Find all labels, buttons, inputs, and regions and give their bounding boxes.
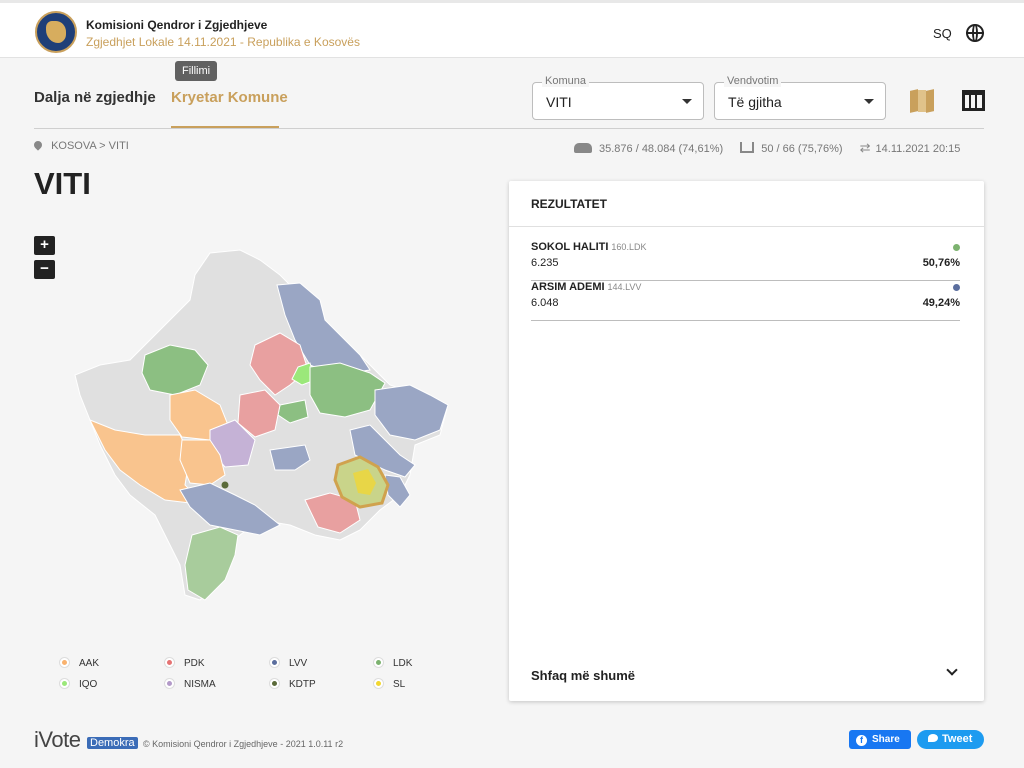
map-view-icon[interactable]: [910, 89, 934, 113]
results-title: REZULTATET: [531, 197, 607, 211]
komuna-select[interactable]: Komuna VITI: [532, 75, 704, 120]
legend-dot: [165, 658, 174, 667]
legend-dot: [60, 658, 69, 667]
candidate-percent: 50,76%: [922, 257, 960, 269]
zoom-in-button[interactable]: +: [34, 236, 55, 255]
map-region-ldk[interactable]: [184, 526, 239, 601]
last-updated: 14.11.2021 20:15: [875, 143, 961, 155]
candidate-name: SOKOL HALITI 160.LDK: [531, 241, 647, 253]
twitter-bird-icon: [928, 734, 938, 742]
show-more-button[interactable]: Shfaq më shumë: [531, 668, 635, 683]
tooltip: Fillimi: [175, 61, 218, 81]
legend-dot: [270, 679, 279, 688]
legend-dot: [165, 679, 174, 688]
party-color-dot: [953, 284, 960, 291]
page-title: VITI: [34, 166, 91, 201]
election-subtitle: Zgjedhjet Lokale 14.11.2021 - Republika …: [86, 35, 360, 49]
share-label: Share: [872, 734, 900, 745]
tab-turnout[interactable]: Dalja në zgjedhje: [34, 89, 156, 106]
zoom-out-button[interactable]: −: [34, 260, 55, 279]
candidate-percent: 49,24%: [922, 297, 960, 309]
komuna-select-value: VITI: [546, 94, 572, 110]
table-view-icon[interactable]: [962, 90, 985, 111]
legend-label: IQO: [79, 679, 98, 690]
globe-icon[interactable]: [966, 24, 984, 42]
legend-dot: [60, 679, 69, 688]
tweet-button[interactable]: Tweet: [917, 730, 984, 749]
ballot-box-icon: [740, 142, 755, 153]
candidate-name: ARSIM ADEMI 144.LVV: [531, 281, 642, 293]
vendvotim-select[interactable]: Vendvotim Të gjitha: [714, 75, 886, 120]
tab-mayor[interactable]: Kryetar Komune: [171, 89, 288, 106]
legend-label: SL: [393, 679, 406, 690]
legend-item: AAK: [60, 658, 99, 669]
legend-item: LVV: [270, 658, 307, 669]
legend-label: LDK: [393, 658, 413, 669]
org-name: Komisioni Qendror i Zgjedhjeve: [86, 18, 268, 32]
sync-arrows-icon: ⇄: [859, 140, 871, 155]
top-bar: Komisioni Qendror i Zgjedhjeve Zgjedhjet…: [0, 0, 1024, 58]
legend-label: NISMA: [184, 679, 216, 690]
demokra-badge: Demokra: [87, 737, 138, 749]
map-region-kdtp[interactable]: [221, 481, 229, 489]
legend-label: LVV: [289, 658, 308, 669]
ivote-logo: iVote: [34, 727, 81, 752]
breadcrumb-separator: >: [99, 140, 106, 152]
candidate-votes: 6.048: [531, 297, 559, 309]
kosovo-map[interactable]: [70, 245, 460, 605]
komuna-select-label: Komuna: [542, 75, 589, 87]
legend-dot: [270, 658, 279, 667]
caret-down-icon: [864, 99, 874, 104]
legend-label: KDTP: [289, 679, 316, 690]
breadcrumb: KOSOVA > VITI: [32, 139, 129, 152]
copyright-text: © Komisioni Qendror i Zgjedhjeve - 2021 …: [143, 739, 344, 749]
legend-item: SL: [374, 679, 405, 690]
language-selector[interactable]: SQ: [933, 26, 952, 41]
legend-label: AAK: [79, 658, 100, 669]
legend-label: PDK: [184, 658, 205, 669]
caret-down-icon: [682, 99, 692, 104]
card-divider: [509, 226, 984, 227]
candidate-row[interactable]: ARSIM ADEMI 144.LVV 6.048 49,24%: [531, 281, 960, 321]
breadcrumb-country[interactable]: KOSOVA: [51, 140, 96, 152]
vendvotim-select-value: Të gjitha: [728, 94, 782, 110]
vendvotim-select-label: Vendvotim: [724, 75, 782, 87]
legend-item: KDTP: [270, 679, 316, 690]
kqz-logo-icon[interactable]: [35, 11, 77, 53]
legend-item: NISMA: [165, 679, 216, 690]
stations-counted: 50 / 66 (75,76%): [761, 143, 843, 155]
candidate-party: 160.LDK: [611, 242, 647, 252]
facebook-share-button[interactable]: f Share: [849, 730, 911, 749]
legend-dot: [374, 679, 383, 688]
chevron-down-icon[interactable]: [946, 664, 958, 676]
legend-item: IQO: [60, 679, 97, 690]
voter-turnout: 35.876 / 48.084 (74,61%): [599, 143, 724, 155]
candidate-votes: 6.235: [531, 257, 559, 269]
people-icon: [574, 143, 592, 153]
breadcrumb-municipality: VITI: [108, 140, 129, 152]
candidate-party: 144.LVV: [607, 282, 642, 292]
candidate-row[interactable]: SOKOL HALITI 160.LDK 6.235 50,76%: [531, 241, 960, 281]
legend-item: LDK: [374, 658, 412, 669]
facebook-icon: f: [856, 735, 867, 746]
party-color-dot: [953, 244, 960, 251]
nav-divider: [34, 128, 984, 129]
stats-bar: 35.876 / 48.084 (74,61%) 50 / 66 (75,76%…: [574, 140, 960, 156]
tweet-label: Tweet: [942, 733, 973, 745]
results-card: REZULTATET SOKOL HALITI 160.LDK 6.235 50,…: [509, 181, 984, 701]
location-pin-icon: [32, 139, 44, 151]
legend-item: PDK: [165, 658, 205, 669]
legend-dot: [374, 658, 383, 667]
